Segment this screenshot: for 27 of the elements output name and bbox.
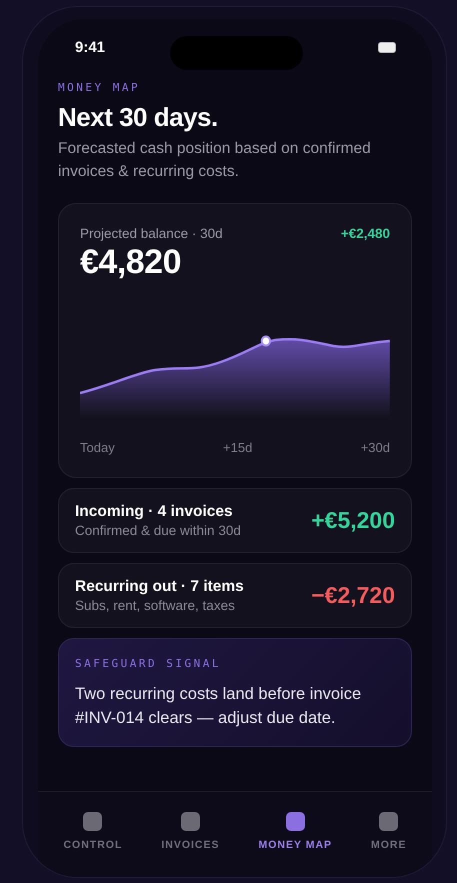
- page-title: Next 30 days.: [58, 102, 219, 133]
- summary-amount: +€5,200: [311, 507, 395, 534]
- signal-message: Two recurring costs land before invoice #INV-014 clears — adjust due date.: [75, 684, 362, 729]
- signal-eyebrow: SAFEGUARD SIGNAL: [75, 657, 221, 670]
- tab-item[interactable]: INVOICES: [157, 812, 224, 877]
- tab-item[interactable]: CONTROL: [59, 812, 126, 877]
- summary-title: Incoming · 4 invoices: [75, 503, 234, 521]
- tab-item[interactable]: MONEY MAP: [254, 812, 336, 877]
- balance-label: Projected balance · 30d: [80, 226, 223, 241]
- battery-icon: [378, 42, 396, 52]
- summary-subtitle: Confirmed & due within 30d: [75, 523, 241, 538]
- tab-item[interactable]: MORE: [367, 812, 411, 877]
- axis-label: +30d: [360, 440, 390, 455]
- summary-subtitle: Subs, rent, software, taxes: [75, 598, 236, 613]
- axis-label: Today: [80, 440, 115, 455]
- balance-amount: €4,820: [80, 243, 182, 282]
- balance-change: +€2,480: [340, 226, 390, 241]
- tab-icon: [180, 812, 200, 831]
- tab-icon: [286, 812, 305, 831]
- section-eyebrow: MONEY MAP: [58, 81, 142, 94]
- page-subtitle: Forecasted cash position based on confirmed invoices & recurring costs.: [58, 139, 372, 182]
- summary-amount: −€2,720: [311, 582, 395, 609]
- axis-label: +15d: [223, 440, 252, 455]
- tab-icon: [379, 812, 398, 831]
- summary-title: Recurring out · 7 items: [75, 578, 244, 596]
- status-time: 9:41: [75, 38, 106, 56]
- tab-icon: [83, 812, 102, 831]
